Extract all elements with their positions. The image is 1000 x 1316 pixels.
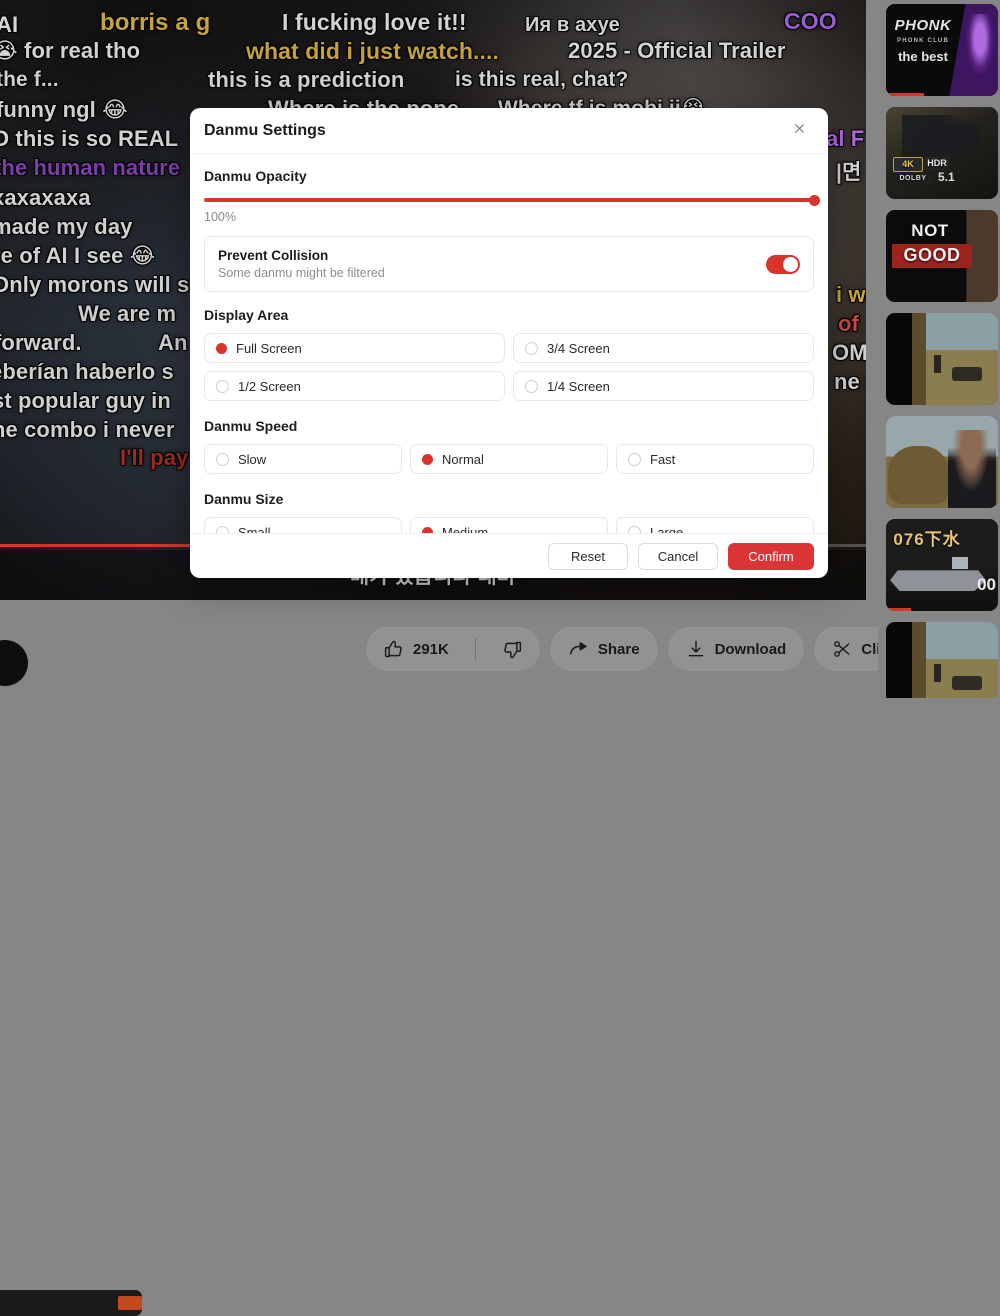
- display-area-option-3-4-screen[interactable]: 3/4 Screen: [513, 333, 814, 363]
- cancel-button[interactable]: Cancel: [638, 542, 718, 570]
- radio-icon: [628, 452, 641, 466]
- danmu-size-option-large[interactable]: Large: [616, 517, 814, 533]
- close-button[interactable]: [786, 118, 812, 144]
- confirm-button[interactable]: Confirm: [728, 542, 814, 570]
- radio-icon: [216, 379, 229, 393]
- slider-fill: [204, 198, 814, 202]
- dialog-header: Danmu Settings: [190, 108, 828, 154]
- toggle-knob: [783, 256, 798, 272]
- video-title-chip[interactable]: [0, 1290, 142, 1316]
- danmu-size-options: Small Medium Large: [204, 517, 814, 533]
- option-label: Slow: [238, 451, 267, 467]
- option-label: 1/2 Screen: [238, 378, 301, 394]
- title-chip-accent: [118, 1296, 142, 1310]
- dialog-body: Danmu Opacity 100% Prevent Collision Som…: [190, 154, 828, 533]
- option-label: Full Screen: [236, 340, 302, 356]
- close-icon: [793, 122, 806, 140]
- option-label: Normal: [442, 451, 484, 467]
- option-label: 3/4 Screen: [547, 340, 610, 356]
- danmu-speed-option-normal[interactable]: Normal: [410, 444, 608, 474]
- display-area-option-1-4-screen[interactable]: 1/4 Screen: [513, 371, 814, 401]
- opacity-value: 100%: [204, 210, 236, 224]
- radio-icon: [216, 525, 229, 533]
- option-label: Fast: [650, 451, 676, 467]
- option-label: 1/4 Screen: [547, 378, 610, 394]
- danmu-speed-label: Danmu Speed: [204, 418, 298, 434]
- option-label: Medium: [442, 524, 489, 534]
- reset-button[interactable]: Reset: [548, 542, 628, 570]
- danmu-size-label: Danmu Size: [204, 491, 284, 507]
- prevent-collision-title: Prevent Collision: [218, 248, 329, 263]
- radio-selected-icon: [422, 453, 433, 465]
- danmu-size-option-medium[interactable]: Medium: [410, 517, 608, 533]
- danmu-settings-dialog: Danmu Settings Danmu Opacity 100% Preven…: [190, 108, 828, 578]
- option-label: Small: [238, 524, 271, 534]
- radio-selected-icon: [216, 342, 227, 354]
- display-area-label: Display Area: [204, 307, 289, 323]
- prevent-collision-row[interactable]: Prevent Collision Some danmu might be fi…: [204, 236, 814, 292]
- danmu-size-option-small[interactable]: Small: [204, 517, 402, 533]
- prevent-collision-subtitle: Some danmu might be filtered: [218, 266, 385, 280]
- danmu-speed-options: Slow Normal Fast: [204, 444, 814, 474]
- radio-icon: [525, 379, 538, 393]
- dialog-footer: Reset Cancel Confirm: [190, 533, 828, 578]
- danmu-speed-option-slow[interactable]: Slow: [204, 444, 402, 474]
- display-area-option-1-2-screen[interactable]: 1/2 Screen: [204, 371, 505, 401]
- radio-icon: [525, 341, 538, 355]
- opacity-slider[interactable]: [204, 194, 820, 206]
- option-label: Large: [650, 524, 684, 534]
- prevent-collision-toggle[interactable]: [766, 254, 800, 274]
- display-area-option-full-screen[interactable]: Full Screen: [204, 333, 505, 363]
- page-root: AI borris a gI fucking love it!! Ия в ахуе…: [0, 0, 1000, 1316]
- danmu-speed-option-fast[interactable]: Fast: [616, 444, 814, 474]
- radio-icon: [216, 452, 229, 466]
- page-title: Danmu Settings: [204, 121, 326, 139]
- display-area-options: Full Screen 3/4 Screen 1/2 Screen 1/4 Scree…: [204, 333, 814, 401]
- radio-icon: [628, 525, 641, 533]
- slider-knob[interactable]: [809, 195, 820, 206]
- opacity-section-label: Danmu Opacity: [204, 168, 307, 184]
- prevent-collision-texts: Prevent Collision Some danmu might be fi…: [218, 248, 754, 280]
